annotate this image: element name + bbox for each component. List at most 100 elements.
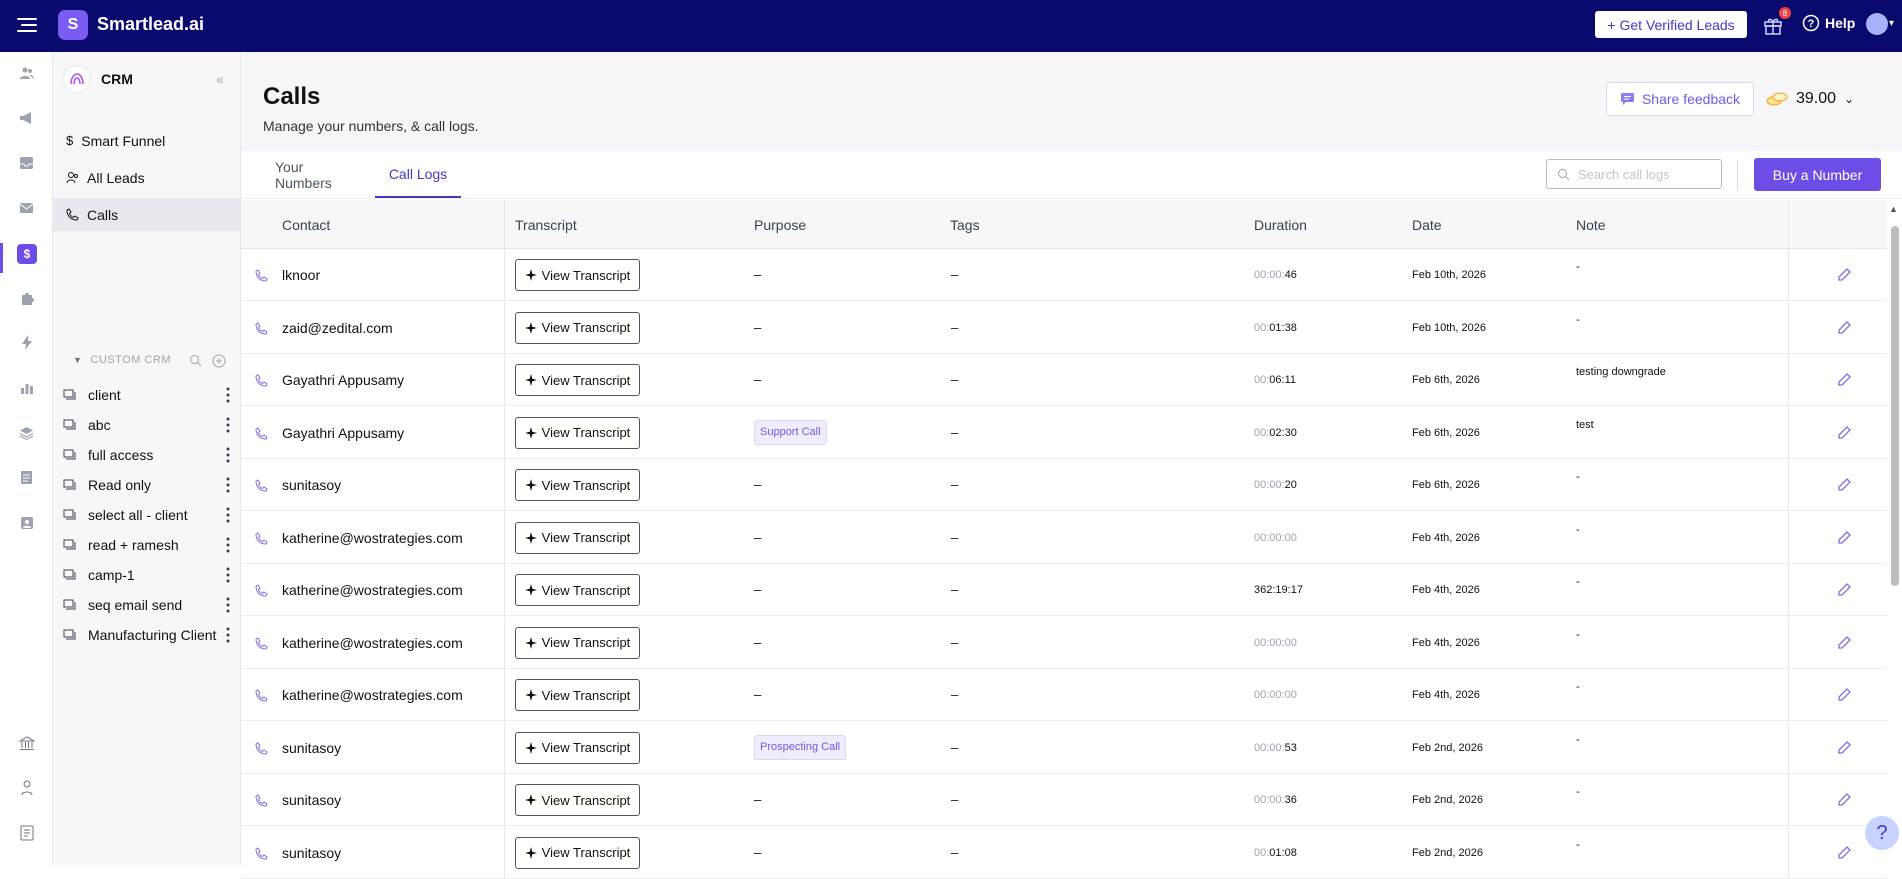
kebab-menu-icon[interactable] (226, 477, 230, 493)
edit-pencil-icon[interactable] (1836, 687, 1852, 703)
column-header-duration[interactable]: Duration (1254, 217, 1307, 233)
bar-chart-icon[interactable] (18, 379, 35, 396)
note-cell[interactable]: test (1576, 419, 1594, 431)
sidebar-item-calls[interactable]: Calls (53, 198, 240, 231)
note-cell[interactable]: - (1576, 839, 1580, 851)
view-transcript-button[interactable]: View Transcript (515, 626, 640, 659)
table-row[interactable]: sunitasoy View Transcript – – 00:00:20 Feb 6t… (241, 459, 1887, 511)
view-transcript-button[interactable]: View Transcript (515, 836, 640, 869)
column-header-note[interactable]: Note (1576, 217, 1606, 233)
column-header-purpose[interactable]: Purpose (754, 217, 806, 233)
credits-dropdown[interactable]: 39.00 ⌄ (1766, 83, 1861, 115)
puzzle-icon[interactable] (18, 289, 35, 306)
brand-name[interactable]: Smartlead.ai (97, 14, 204, 35)
edit-pencil-icon[interactable] (1836, 740, 1852, 756)
note-cell[interactable]: - (1576, 681, 1580, 693)
contact-cell[interactable]: katherine@wostrategies.com (282, 635, 463, 651)
kebab-menu-icon[interactable] (226, 597, 230, 613)
contact-cell[interactable]: katherine@wostrategies.com (282, 530, 463, 546)
help-fab-button[interactable]: ? (1865, 816, 1899, 850)
contact-cell[interactable]: sunitasoy (282, 845, 341, 861)
custom-crm-item[interactable]: client (53, 382, 240, 408)
table-row[interactable]: sunitasoy View Transcript – – 00:01:08 Feb 2n… (241, 826, 1887, 879)
note-cell[interactable]: - (1576, 471, 1580, 483)
view-transcript-button[interactable]: View Transcript (515, 311, 640, 344)
note-cell[interactable]: - (1576, 261, 1580, 273)
table-row[interactable]: katherine@wostrategies.com View Transcrip… (241, 564, 1887, 616)
edit-pencil-icon[interactable] (1836, 425, 1852, 441)
avatar[interactable] (1866, 13, 1888, 35)
add-circle-icon[interactable] (212, 354, 226, 368)
mail-icon[interactable] (18, 199, 35, 216)
table-row[interactable]: katherine@wostrategies.com View Transcrip… (241, 669, 1887, 721)
note-cell[interactable]: - (1576, 576, 1580, 588)
note-cell[interactable]: testing downgrade (1576, 366, 1666, 378)
edit-pencil-icon[interactable] (1836, 477, 1852, 493)
scrollbar-thumb[interactable] (1891, 226, 1899, 586)
edit-pencil-icon[interactable] (1836, 635, 1852, 651)
edit-pencil-icon[interactable] (1836, 372, 1852, 388)
view-transcript-button[interactable]: View Transcript (515, 574, 640, 606)
contact-cell[interactable]: lknoor (282, 267, 320, 283)
chevron-down-icon[interactable]: ▾ (1889, 18, 1894, 29)
contact-cell[interactable]: sunitasoy (282, 740, 341, 756)
note-cell[interactable]: - (1576, 734, 1580, 746)
kebab-menu-icon[interactable] (226, 537, 230, 553)
share-feedback-button[interactable]: Share feedback (1606, 82, 1754, 116)
custom-crm-item[interactable]: Manufacturing Client (53, 622, 240, 648)
edit-pencil-icon[interactable] (1836, 267, 1852, 283)
help-button[interactable]: ? Help (1802, 14, 1855, 32)
table-row[interactable]: sunitasoy View Transcript Prospecting Call… (241, 721, 1887, 774)
contact-cell[interactable]: katherine@wostrategies.com (282, 582, 463, 598)
kebab-menu-icon[interactable] (226, 627, 230, 643)
view-transcript-button[interactable]: View Transcript (515, 521, 640, 554)
kebab-menu-icon[interactable] (226, 417, 230, 433)
view-transcript-button[interactable]: View Transcript (515, 731, 640, 764)
column-header-transcript[interactable]: Transcript (515, 217, 577, 233)
custom-crm-item[interactable]: abc (53, 412, 240, 438)
kebab-menu-icon[interactable] (226, 567, 230, 583)
edit-pencil-icon[interactable] (1836, 582, 1852, 598)
custom-crm-header[interactable]: ▼ CUSTOM CRM (73, 354, 171, 366)
view-transcript-button[interactable]: View Transcript (515, 416, 640, 449)
view-transcript-button[interactable]: View Transcript (515, 679, 640, 711)
kebab-menu-icon[interactable] (226, 507, 230, 523)
scroll-up-arrow-icon[interactable]: ▲ (1889, 204, 1898, 214)
bolt-icon[interactable] (18, 334, 35, 351)
custom-crm-item[interactable]: Read only (53, 472, 240, 498)
contact-cell[interactable]: Gayathri Appusamy (282, 425, 404, 441)
contact-cell[interactable]: katherine@wostrategies.com (282, 687, 463, 703)
scrollbar[interactable]: ▲ (1887, 200, 1902, 865)
table-row[interactable]: Gayathri Appusamy View Transcript – – 00:06:… (241, 354, 1887, 406)
tab-your-numbers[interactable]: Your Numbers (275, 151, 361, 198)
edit-pencil-icon[interactable] (1836, 530, 1852, 546)
custom-crm-item[interactable]: camp-1 (53, 562, 240, 588)
custom-crm-item[interactable]: full access (53, 442, 240, 468)
dollar-icon[interactable]: $ (17, 244, 37, 264)
users-icon[interactable] (18, 64, 35, 81)
view-transcript-button[interactable]: View Transcript (515, 784, 640, 816)
note-cell[interactable]: - (1576, 524, 1580, 536)
contact-cell[interactable]: sunitasoy (282, 792, 341, 808)
sidebar-item-smart-funnel[interactable]: $ Smart Funnel (53, 124, 240, 157)
search-box[interactable] (1546, 159, 1722, 189)
app-logo[interactable]: S (58, 10, 88, 40)
contact-cell[interactable]: zaid@zedital.com (282, 320, 393, 336)
edit-pencil-icon[interactable] (1836, 845, 1852, 861)
table-row[interactable]: lknoor View Transcript – – 00:00:46 Feb 10th,… (241, 249, 1887, 301)
custom-crm-item[interactable]: seq email send (53, 592, 240, 618)
note-cell[interactable]: - (1576, 786, 1580, 798)
search-input[interactable] (1578, 166, 1708, 182)
note-cell[interactable]: - (1576, 314, 1580, 326)
edit-pencil-icon[interactable] (1836, 320, 1852, 336)
table-row[interactable]: katherine@wostrategies.com View Transcrip… (241, 511, 1887, 564)
contact-cell[interactable]: Gayathri Appusamy (282, 372, 404, 388)
view-transcript-button[interactable]: View Transcript (515, 364, 640, 396)
contact-card-icon[interactable] (18, 514, 35, 531)
table-row[interactable]: sunitasoy View Transcript – – 00:00:36 Feb 2n… (241, 774, 1887, 826)
notes-icon[interactable] (18, 824, 35, 841)
column-header-tags[interactable]: Tags (950, 217, 980, 233)
edit-pencil-icon[interactable] (1836, 792, 1852, 808)
hamburger-menu-icon[interactable] (16, 14, 38, 36)
kebab-menu-icon[interactable] (226, 387, 230, 403)
